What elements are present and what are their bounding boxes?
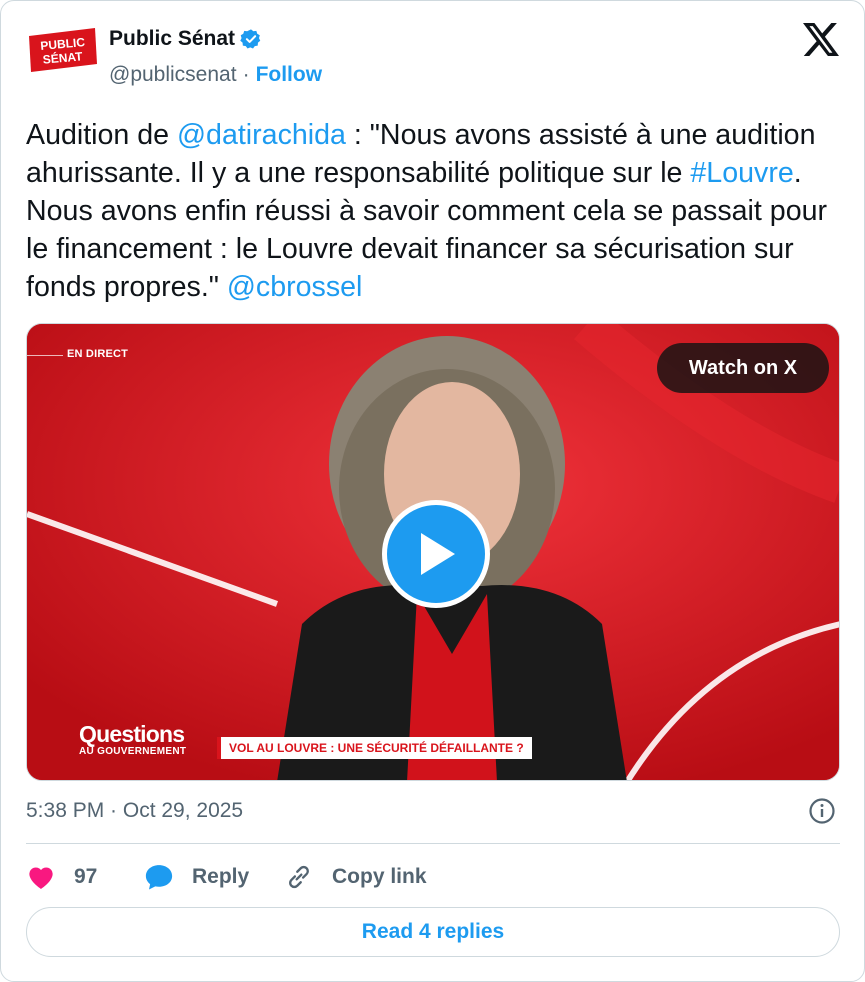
mention-link-datirachida[interactable]: @datirachida (177, 119, 346, 151)
show-title: Questions (79, 721, 185, 747)
tweet-embed-card: PUBLIC SÉNAT Public Sénat @publicsenat ·… (0, 0, 865, 982)
live-indicator-line (27, 355, 63, 356)
follow-button[interactable]: Follow (256, 63, 323, 87)
author-name[interactable]: Public Sénat (109, 27, 235, 51)
handle-separator: · (242, 63, 250, 86)
play-button[interactable] (382, 500, 490, 608)
watch-on-x-button[interactable]: Watch on X (657, 343, 829, 393)
read-replies-button[interactable]: Read 4 replies (26, 907, 840, 957)
reply-button[interactable]: Reply (144, 862, 284, 892)
reply-label: Reply (192, 865, 250, 888)
mention-link-cbrossel[interactable]: @cbrossel (227, 271, 363, 303)
verified-badge-icon (240, 28, 262, 50)
copy-link-button[interactable]: Copy link (284, 862, 427, 892)
link-icon (284, 862, 314, 892)
show-subtitle: AU GOUVERNEMENT (79, 746, 187, 757)
x-logo-icon[interactable] (803, 23, 839, 56)
author-handle-row: @publicsenat · Follow (109, 63, 322, 87)
author-handle[interactable]: @publicsenat (109, 63, 237, 87)
info-icon[interactable] (808, 797, 836, 825)
like-count: 97 (74, 865, 98, 888)
tweet-text: Audition de @datirachida : "Nous avons a… (26, 116, 846, 306)
tweet-text-part: Audition de (26, 119, 178, 151)
divider (26, 843, 840, 844)
author-avatar[interactable]: PUBLIC SÉNAT (25, 26, 101, 76)
copy-link-label: Copy link (332, 865, 427, 888)
reply-bubble-icon (144, 862, 174, 892)
timestamp-link[interactable]: 5:38 PM · Oct 29, 2025 (26, 799, 243, 823)
like-button[interactable]: 97 (26, 862, 144, 892)
show-branding: Questions AU GOUVERNEMENT (79, 722, 186, 758)
video-player[interactable]: EN DIRECT Watch on X Questions AU GOUVER… (26, 323, 840, 781)
hashtag-link-louvre[interactable]: #Louvre (690, 157, 793, 189)
heart-icon (26, 862, 56, 892)
lower-third-caption: VOL AU LOUVRE : UNE SÉCURITÉ DÉFAILLANTE… (217, 737, 532, 759)
author-name-row: Public Sénat (109, 27, 262, 51)
live-label: EN DIRECT (67, 348, 129, 360)
play-icon (421, 533, 455, 575)
action-bar: 97 Reply Copy link (26, 859, 427, 895)
